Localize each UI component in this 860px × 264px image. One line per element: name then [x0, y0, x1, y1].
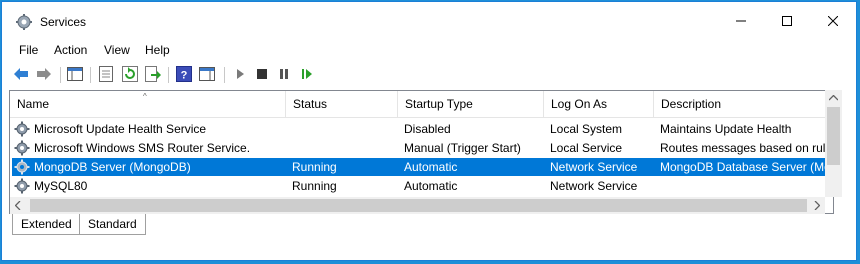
services-window: Services File Action View Help ? Name ^ …: [1, 1, 857, 261]
tab-extended[interactable]: Extended: [12, 214, 81, 235]
maximize-button[interactable]: [764, 2, 810, 40]
service-gear-icon: [14, 159, 30, 175]
column-header-label: Name: [17, 97, 50, 111]
minimize-button[interactable]: [718, 2, 764, 40]
column-header-status[interactable]: Status: [286, 91, 398, 117]
export-list-button[interactable]: [144, 65, 162, 83]
menu-view[interactable]: View: [104, 43, 130, 57]
service-startup-type: Automatic: [404, 179, 458, 193]
toolbar-separator: [168, 67, 169, 83]
column-header-label: Log On As: [551, 97, 608, 111]
column-header-description[interactable]: Description: [654, 91, 833, 117]
service-status: Running: [292, 179, 337, 193]
service-startup-type: Manual (Trigger Start): [404, 141, 521, 155]
help-icon: ?: [176, 66, 192, 82]
column-header-startup-type[interactable]: Startup Type: [398, 91, 544, 117]
service-description: Maintains Update Health: [660, 122, 792, 136]
refresh-button[interactable]: [121, 65, 139, 83]
vertical-scroll-thumb[interactable]: [827, 107, 840, 165]
service-description: MongoDB Database Server (Mo...: [660, 160, 832, 174]
show-action-pane-button[interactable]: [198, 65, 216, 83]
close-icon: [828, 16, 838, 26]
service-gear-icon: [14, 178, 30, 194]
tab-label: Extended: [21, 217, 72, 231]
play-icon: [237, 69, 244, 79]
service-startup-type: Automatic: [404, 160, 458, 174]
service-log-on-as: Network Service: [550, 179, 638, 193]
sort-ascending-icon: ^: [143, 92, 147, 101]
column-header-label: Startup Type: [405, 97, 473, 111]
column-header-log-on-as[interactable]: Log On As: [544, 91, 654, 117]
service-startup-type: Disabled: [404, 122, 451, 136]
service-log-on-as: Network Service: [550, 160, 638, 174]
export-list-icon: [145, 66, 161, 82]
properties-button[interactable]: [97, 65, 115, 83]
action-pane-icon: [199, 67, 215, 81]
service-description: Routes messages based on rule...: [660, 141, 832, 155]
minimize-icon: [736, 20, 746, 22]
service-gear-icon: [14, 121, 30, 137]
services-list[interactable]: Name ^ Status Startup Type Log On As Des…: [9, 90, 834, 214]
vertical-scrollbar[interactable]: [825, 90, 842, 197]
menu-bar: File Action View Help: [2, 40, 856, 62]
toolbar-separator: [90, 67, 91, 83]
service-log-on-as: Local Service: [550, 141, 623, 155]
horizontal-scrollbar[interactable]: [10, 197, 825, 214]
menu-file[interactable]: File: [19, 43, 38, 57]
tab-label: Standard: [88, 217, 137, 231]
forward-button[interactable]: [35, 65, 53, 83]
stop-service-button[interactable]: [253, 65, 271, 83]
back-arrow-icon: [14, 68, 28, 80]
maximize-icon: [782, 16, 792, 26]
show-hide-console-tree-button[interactable]: [66, 65, 84, 83]
column-header-label: Description: [661, 97, 722, 111]
toolbar: ?: [2, 62, 856, 88]
horizontal-scroll-thumb[interactable]: [30, 199, 807, 212]
console-tree-icon: [67, 67, 83, 81]
scroll-left-icon[interactable]: [15, 201, 21, 210]
pause-service-button[interactable]: [275, 65, 293, 83]
start-service-button[interactable]: [231, 65, 249, 83]
back-button[interactable]: [12, 65, 30, 83]
service-name: Microsoft Update Health Service: [34, 122, 207, 136]
menu-help[interactable]: Help: [145, 43, 170, 57]
service-status: Running: [292, 160, 337, 174]
tab-standard[interactable]: Standard: [79, 214, 146, 235]
properties-icon: [99, 66, 113, 82]
service-name: MongoDB Server (MongoDB): [34, 160, 191, 174]
help-button[interactable]: ?: [175, 65, 193, 83]
pause-icon: [280, 69, 288, 79]
restart-service-button[interactable]: [298, 65, 316, 83]
table-row[interactable]: Microsoft Update Health Service Disabled…: [12, 120, 832, 138]
column-header-name[interactable]: Name: [10, 91, 286, 117]
table-row-selected[interactable]: MongoDB Server (MongoDB) Running Automat…: [12, 158, 832, 176]
view-tabs: Extended Standard: [9, 214, 839, 236]
service-name: Microsoft Windows SMS Router Service.: [34, 141, 251, 155]
table-row[interactable]: MySQL80 Running Automatic Network Servic…: [12, 177, 832, 195]
menu-action[interactable]: Action: [54, 43, 87, 57]
scroll-up-icon[interactable]: [829, 95, 838, 101]
scroll-right-icon[interactable]: [814, 201, 820, 210]
forward-arrow-icon: [37, 68, 51, 80]
column-header-label: Status: [293, 97, 328, 111]
window-title: Services: [40, 15, 87, 29]
services-gear-icon: [16, 14, 32, 30]
close-button[interactable]: [810, 2, 856, 40]
service-gear-icon: [14, 140, 30, 156]
restart-icon: [302, 69, 312, 79]
stop-icon: [257, 69, 267, 79]
toolbar-separator: [224, 67, 225, 83]
title-bar: Services: [2, 2, 856, 40]
toolbar-separator: [60, 67, 61, 83]
svg-text:?: ?: [181, 70, 188, 82]
service-name: MySQL80: [34, 179, 88, 193]
list-header: Name ^ Status Startup Type Log On As Des…: [10, 91, 833, 118]
refresh-icon: [122, 66, 138, 82]
table-row[interactable]: Microsoft Windows SMS Router Service. Ma…: [12, 139, 832, 157]
service-log-on-as: Local System: [550, 122, 623, 136]
